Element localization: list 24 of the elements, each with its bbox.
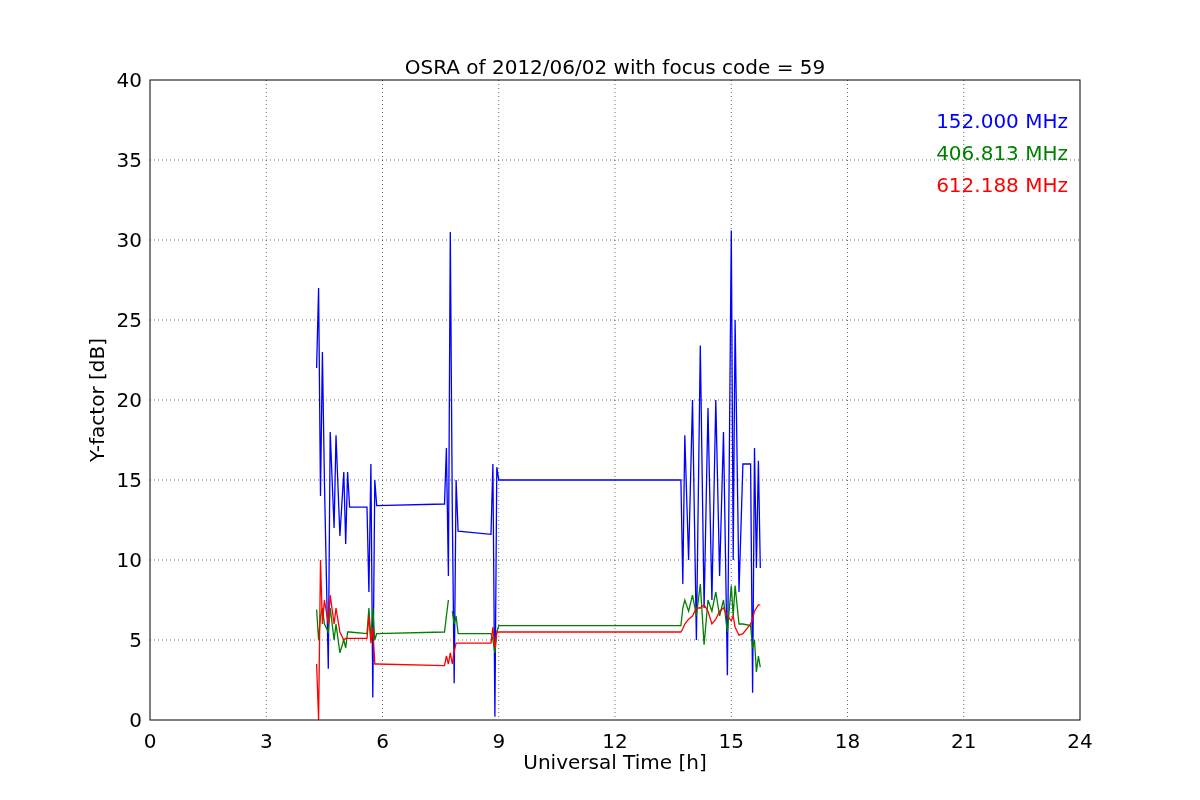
- x-tick-label: 6: [376, 729, 389, 753]
- y-tick-label: 0: [129, 708, 142, 732]
- legend-label: 612.188 MHz: [936, 173, 1068, 197]
- x-tick-label: 0: [143, 729, 157, 753]
- y-tick-label: 10: [116, 548, 142, 572]
- y-tick-label: 20: [116, 388, 142, 412]
- y-tick-label: 40: [116, 68, 142, 92]
- y-tick-label: 30: [116, 228, 142, 252]
- x-tick-label: 9: [492, 729, 506, 753]
- x-tick-label: 18: [834, 729, 861, 753]
- y-axis-label: Y-factor [dB]: [85, 338, 109, 462]
- x-tick-label: 15: [718, 729, 744, 753]
- x-tick-label: 12: [602, 729, 628, 753]
- x-tick-label: 24: [1067, 729, 1093, 753]
- y-tick-label: 5: [129, 628, 142, 652]
- x-tick-label: 21: [951, 729, 977, 753]
- y-tick-label: 25: [116, 308, 142, 332]
- x-axis-label: Universal Time [h]: [523, 750, 707, 774]
- y-tick-label: 35: [116, 148, 142, 172]
- y-tick-label: 15: [116, 468, 142, 492]
- legend-label: 152.000 MHz: [936, 109, 1068, 133]
- chart-title: OSRA of 2012/06/02 with focus code = 59: [404, 55, 826, 79]
- x-tick-label: 3: [259, 729, 273, 753]
- legend-label: 406.813 MHz: [936, 141, 1068, 165]
